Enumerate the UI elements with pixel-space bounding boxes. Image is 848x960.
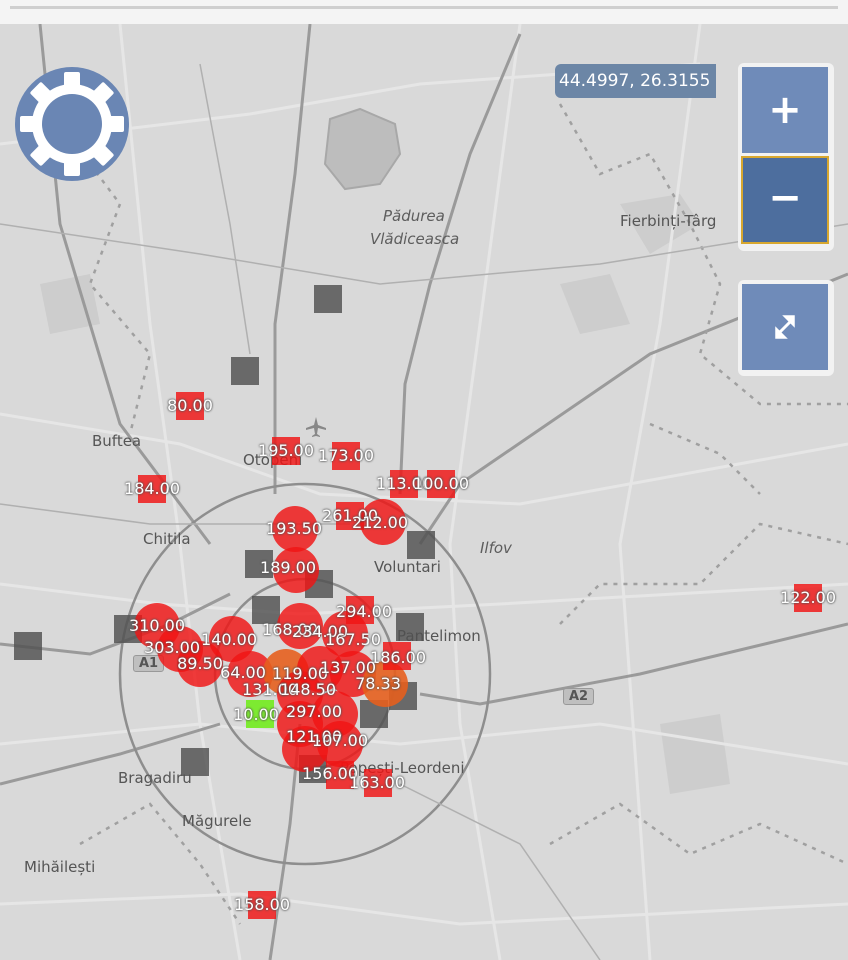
expand-arrows-icon [775, 315, 795, 339]
place-label-padurea: Pădurea [383, 207, 445, 225]
place-label-vladiceasca: Vlădiceasca [370, 230, 460, 248]
airport-icon [306, 417, 326, 437]
zoom-control: + − [738, 63, 834, 251]
road-badge-a2: A2 [563, 688, 595, 705]
top-bar [0, 0, 848, 24]
place-label-ilfov: Ilfov [480, 539, 512, 557]
fullscreen-button[interactable] [742, 284, 828, 370]
zoom-in-button[interactable]: + [742, 67, 828, 153]
coordinates-readout: 44.4997, 26.3155 [555, 64, 717, 98]
place-label-mihailesti: Mihăilești [24, 858, 96, 876]
top-bar-divider [10, 6, 838, 9]
settings-gear-icon[interactable] [14, 66, 130, 182]
place-label-magurele: Măgurele [182, 812, 252, 830]
place-label-fierbinti: Fierbinți-Târg [620, 212, 717, 230]
zoom-out-button[interactable]: − [741, 156, 829, 244]
map-canvas[interactable]: Pădurea Vlădiceasca Fierbinți-Târg Bufte… [0, 24, 848, 960]
place-label-voluntari: Voluntari [374, 558, 441, 576]
place-label-buftea: Buftea [92, 432, 142, 450]
place-label-chitila: Chitila [143, 530, 191, 548]
fullscreen-control [738, 280, 834, 376]
